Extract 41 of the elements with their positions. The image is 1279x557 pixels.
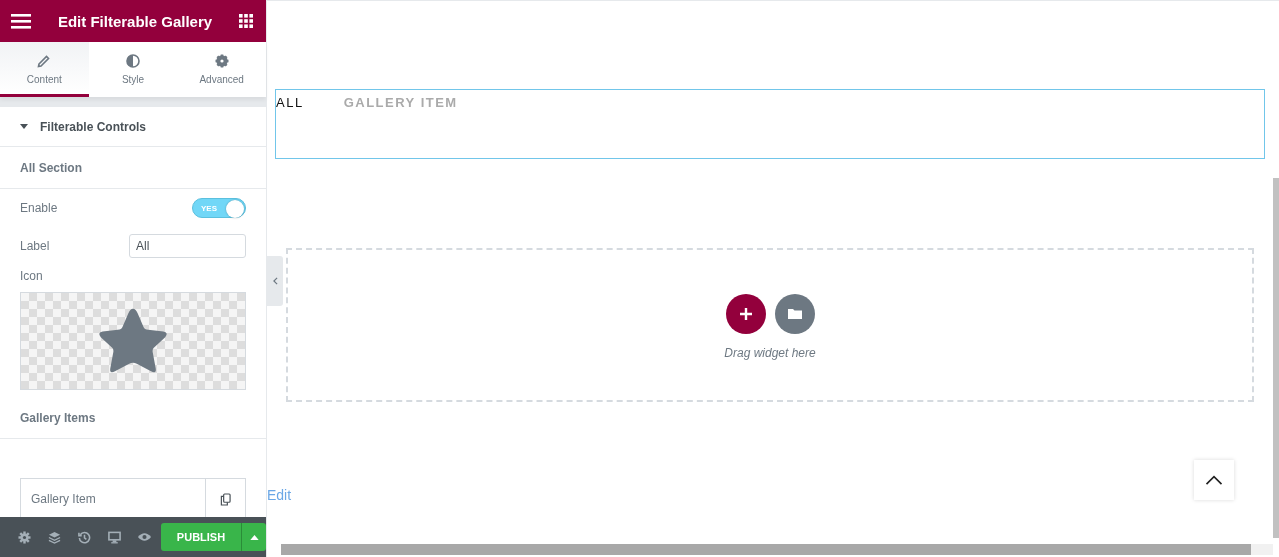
panel-tab[interactable]: Advanced xyxy=(177,42,266,97)
horizontal-scrollbar[interactable] xyxy=(281,544,1273,555)
publish-options-button[interactable] xyxy=(241,523,266,551)
vertical-scrollbar[interactable] xyxy=(1273,178,1279,538)
widgets-grid-button[interactable] xyxy=(239,14,253,28)
template-library-button[interactable] xyxy=(774,294,815,334)
history-icon xyxy=(77,530,91,544)
panel-tab[interactable]: Style xyxy=(88,42,178,97)
control-heading: Gallery Items xyxy=(20,410,96,425)
menu-icon xyxy=(11,13,31,29)
chevron-up-icon xyxy=(1205,475,1223,485)
layers-icon xyxy=(47,530,61,544)
scroll-to-top-button[interactable] xyxy=(1194,460,1234,500)
edit-link[interactable]: Edit xyxy=(267,487,292,503)
chevron-left-icon xyxy=(272,277,278,285)
control-label: Icon xyxy=(20,269,44,283)
panel-tab[interactable]: Content xyxy=(0,42,89,97)
settings-icon xyxy=(214,54,229,68)
control-heading: All Section xyxy=(20,160,82,175)
caret-up-icon xyxy=(249,534,259,540)
panel-title: Edit Filterable Gallery xyxy=(57,12,213,30)
grid-icon xyxy=(239,14,253,28)
publish-button[interactable]: PUBLISH xyxy=(161,523,241,551)
plus-icon xyxy=(739,308,752,320)
pencil-icon xyxy=(37,54,52,68)
settings-icon xyxy=(17,530,31,544)
filter-tab[interactable]: ALL xyxy=(276,95,304,110)
caret-icon xyxy=(20,124,28,129)
section-header[interactable]: Filterable Controls xyxy=(0,107,266,147)
label-input[interactable]: All xyxy=(129,234,246,258)
drop-hint: Drag widget here xyxy=(724,346,816,360)
monitor-icon xyxy=(107,530,121,544)
copy-icon xyxy=(220,492,231,506)
menu-button[interactable] xyxy=(11,13,31,29)
control-label: Enable xyxy=(20,201,58,215)
icon-picker[interactable] xyxy=(20,292,246,390)
add-section-button[interactable] xyxy=(725,294,766,334)
control-label: Label xyxy=(20,239,50,253)
folder-icon xyxy=(787,308,802,320)
eye-icon xyxy=(136,532,152,542)
contrast-icon xyxy=(126,54,140,68)
